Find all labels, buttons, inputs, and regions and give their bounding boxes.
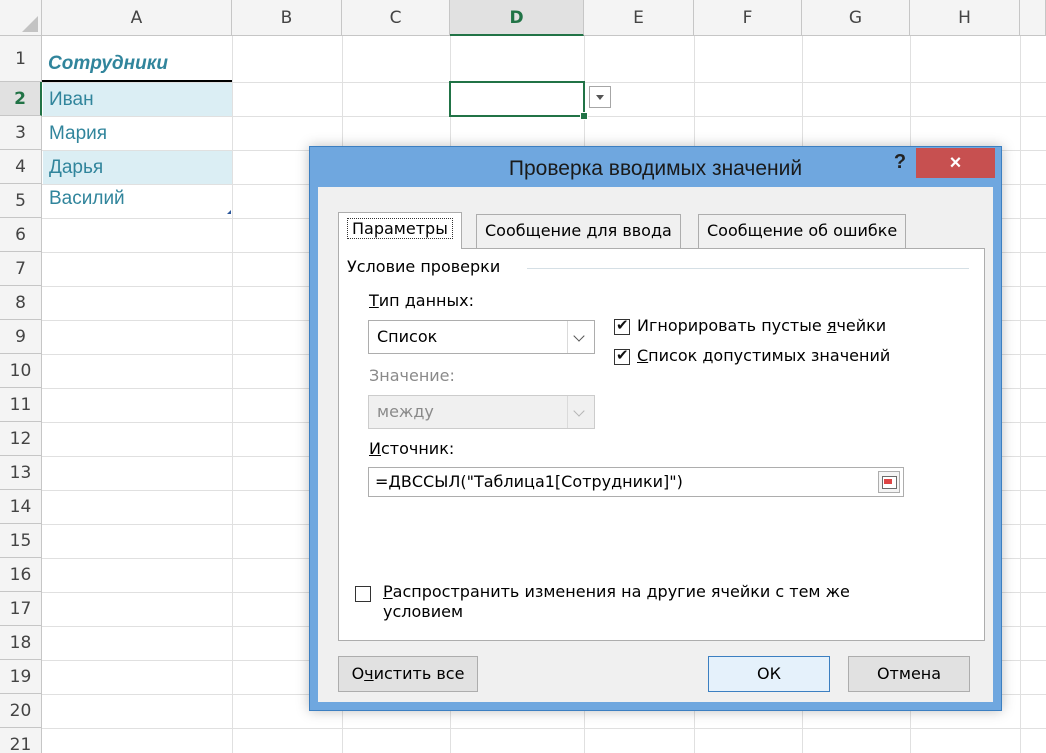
tab-input-message[interactable]: Сообщение для ввода (476, 214, 681, 248)
ignore-blank-label: Игнорировать пустые ячейки (637, 316, 887, 335)
value-label: Значение: (369, 366, 455, 385)
ignore-blank-checkbox[interactable] (614, 316, 630, 335)
fill-handle-icon[interactable] (580, 112, 588, 120)
row-header-8[interactable]: 8 (0, 286, 42, 320)
row-header-21[interactable]: 21 (0, 728, 42, 753)
row-header-6[interactable]: 6 (0, 218, 42, 252)
settings-panel: Условие проверки Тип данных: Список Знач… (338, 248, 985, 641)
table-resize-handle-icon[interactable] (227, 210, 231, 214)
collapse-dialog-icon[interactable] (878, 471, 900, 493)
apply-changes-checkbox[interactable] (355, 586, 371, 602)
group-divider (527, 268, 969, 269)
row-header-10[interactable]: 10 (0, 354, 42, 388)
ok-button[interactable]: ОК (708, 656, 830, 692)
column-header-d[interactable]: D (450, 0, 584, 36)
column-header-g[interactable]: G (802, 0, 910, 36)
column-header-partial[interactable] (1020, 0, 1046, 36)
column-header-e[interactable]: E (584, 0, 694, 36)
column-header-h[interactable]: H (910, 0, 1020, 36)
row-header-1[interactable]: 1 (0, 36, 42, 82)
row-header-13[interactable]: 13 (0, 456, 42, 490)
value-select: между (368, 395, 595, 429)
row-header-9[interactable]: 9 (0, 320, 42, 354)
chevron-down-icon (567, 321, 594, 353)
table-row-cell[interactable]: Мария (43, 117, 232, 150)
table-row-cell[interactable]: Дарья (43, 151, 232, 184)
source-input[interactable]: =ДВССЫЛ("Таблица1[Сотрудники]") (368, 467, 904, 497)
data-type-label: Тип данных: (369, 291, 475, 310)
data-type-select[interactable]: Список (368, 320, 595, 354)
column-header-c[interactable]: C (342, 0, 450, 36)
group-title: Условие проверки (347, 257, 501, 276)
cell-dropdown-arrow-icon[interactable] (589, 86, 611, 108)
in-cell-dropdown-label: Список допустимых значений (637, 346, 891, 365)
row-header-15[interactable]: 15 (0, 524, 42, 558)
row-header-16[interactable]: 16 (0, 558, 42, 592)
select-all-corner[interactable] (0, 0, 42, 36)
column-header-b[interactable]: B (232, 0, 342, 36)
close-button[interactable]: × (916, 148, 995, 178)
tab-parameters[interactable]: Параметры (338, 212, 462, 249)
row-header-17[interactable]: 17 (0, 592, 42, 626)
source-label: Источник: (369, 439, 455, 458)
row-header-20[interactable]: 20 (0, 694, 42, 728)
column-header-a[interactable]: A (42, 0, 232, 36)
column-header-f[interactable]: F (694, 0, 802, 36)
clear-all-button[interactable]: Очистить все (338, 656, 478, 692)
table-row-cell[interactable]: Василий (43, 185, 232, 218)
apply-changes-label: Распространить изменения на другие ячейк… (383, 582, 850, 621)
active-cell-d2[interactable] (449, 81, 585, 117)
help-button[interactable]: ? (888, 151, 912, 174)
row-header-2[interactable]: 2 (0, 82, 42, 116)
row-header-4[interactable]: 4 (0, 150, 42, 184)
table-header-cell[interactable]: Сотрудники (42, 48, 232, 82)
row-header-5[interactable]: 5 (0, 184, 42, 218)
row-header-12[interactable]: 12 (0, 422, 42, 456)
row-header-7[interactable]: 7 (0, 252, 42, 286)
data-validation-dialog: Проверка вводимых значений ? × Параметры… (309, 146, 1002, 711)
table-row-cell[interactable]: Иван (43, 83, 232, 116)
row-header-3[interactable]: 3 (0, 116, 42, 150)
dialog-body: Параметры Сообщение для ввода Сообщение … (318, 187, 993, 702)
row-header-18[interactable]: 18 (0, 626, 42, 660)
row-header-19[interactable]: 19 (0, 660, 42, 694)
tab-error-alert[interactable]: Сообщение об ошибке (698, 214, 907, 248)
row-header-14[interactable]: 14 (0, 490, 42, 524)
cancel-button[interactable]: Отмена (848, 656, 970, 692)
row-header-11[interactable]: 11 (0, 388, 42, 422)
chevron-down-icon (567, 396, 594, 428)
in-cell-dropdown-checkbox[interactable] (614, 346, 630, 365)
